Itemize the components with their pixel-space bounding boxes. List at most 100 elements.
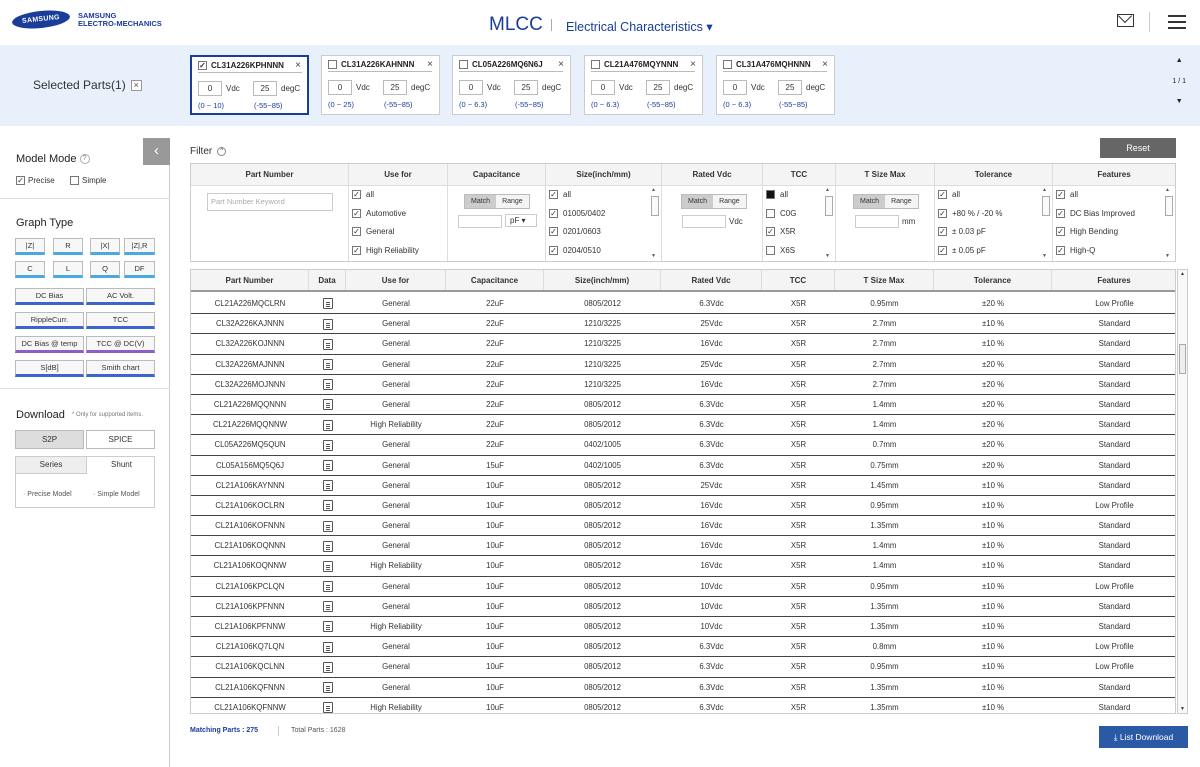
checkbox-icon[interactable]: ✓ <box>549 190 558 199</box>
close-icon[interactable]: × <box>690 59 696 70</box>
checkbox-icon[interactable]: ✓ <box>352 208 361 218</box>
datasheet-icon[interactable] <box>322 399 333 411</box>
s2p-button[interactable]: S2P <box>15 430 84 449</box>
table-row[interactable]: CL21A106KQFNNW High Reliability 10uF 0805/2… <box>191 698 1175 713</box>
voltage-input[interactable]: 0 <box>459 80 483 95</box>
selected-part-card[interactable]: ✓ CL31A226KPHNNN × 0 Vdc 25 degC (0 ~ 10) (-55~8… <box>190 55 309 115</box>
features-scrollbar[interactable] <box>1165 187 1173 259</box>
datasheet-icon[interactable] <box>322 621 333 633</box>
tab-series[interactable]: Series <box>16 457 86 474</box>
tolerance-scrollbar[interactable] <box>1042 187 1050 259</box>
checkbox-icon[interactable]: ✓ <box>352 227 361 236</box>
table-row[interactable]: CL21A106KQFNNN General 10uF 0805/2012 6.3Vdc… <box>191 678 1175 698</box>
datasheet-icon[interactable] <box>322 560 333 572</box>
checkbox-icon[interactable]: ✓ <box>549 245 558 255</box>
list-download-button[interactable]: ⤓ List Download <box>1099 726 1188 748</box>
checkbox-icon[interactable]: ✓ <box>549 208 558 218</box>
menu-icon[interactable] <box>1168 15 1186 29</box>
table-row[interactable]: CL32A226KAJNNN General 22uF 1210/3225 25Vdc X… <box>191 314 1175 335</box>
table-row[interactable]: CL21A106KPFNNW High Reliability 10uF 0805/2… <box>191 617 1175 638</box>
column-header[interactable]: Features <box>1052 270 1175 290</box>
filter-option[interactable]: ✓ High Reliability <box>352 245 419 255</box>
capacitance-mode-toggle[interactable]: Match Range <box>464 194 530 209</box>
table-row[interactable]: CL21A106KOQNNN General 10uF 0805/2012 16Vdc X… <box>191 536 1175 557</box>
clear-selected-button[interactable]: × <box>130 79 142 91</box>
filter-option[interactable]: ✓ X5R <box>766 227 796 236</box>
graph-button[interactable]: Q <box>90 261 120 278</box>
table-row[interactable]: CL21A106KQ7LQN General 10uF 0805/2012 6.3Vdc… <box>191 637 1175 658</box>
graph-button[interactable]: |X| <box>90 238 120 255</box>
close-icon[interactable]: × <box>427 59 433 70</box>
capacitance-unit-select[interactable]: pF ▾ <box>505 214 537 227</box>
table-row[interactable]: CL21A106KOCLRN General 10uF 0805/2012 16Vdc X… <box>191 496 1175 517</box>
help-icon[interactable]: ? <box>79 154 90 165</box>
graph-button[interactable]: TCC <box>86 312 155 329</box>
table-row[interactable]: CL21A106KPCLQN General 10uF 0805/2012 10Vdc X… <box>191 577 1175 597</box>
precise-option[interactable]: ✓ Precise <box>16 176 55 185</box>
datasheet-icon[interactable] <box>322 338 333 350</box>
graph-button[interactable]: DC Bias @ temp <box>15 336 84 353</box>
table-row[interactable]: CL21A106KQCLNN General 10uF 0805/2012 6.3Vdc… <box>191 657 1175 678</box>
table-row[interactable]: CL32A226KOJNNN General 22uF 1210/3225 16Vdc X… <box>191 334 1175 355</box>
filter-option[interactable]: ✓ High Bending <box>1056 227 1118 236</box>
checkbox-icon[interactable]: ✓ <box>1056 208 1065 218</box>
datasheet-icon[interactable] <box>322 379 333 391</box>
column-header[interactable]: Data <box>309 270 346 290</box>
graph-button[interactable]: DC Bias <box>15 288 84 305</box>
table-row[interactable]: CL21A226MQCLRN General 22uF 0805/2012 6.3Vdc… <box>191 294 1175 315</box>
column-header[interactable]: Capacitance <box>446 270 544 290</box>
filter-option[interactable]: ✓ 0204/0510 <box>549 245 601 255</box>
mail-icon[interactable] <box>1117 14 1134 27</box>
selected-part-card[interactable]: CL31A476MQHNNN × 0 Vdc 25 degC (0 ~ 6.3) (-55~8… <box>716 55 835 115</box>
filter-option[interactable]: ✓ ± 0.05 pF <box>938 245 986 255</box>
checkbox-icon[interactable]: ✓ <box>938 245 947 255</box>
filter-option[interactable]: ✓ all <box>352 190 374 199</box>
checkbox-icon[interactable]: ✓ <box>352 190 361 199</box>
checkbox-icon[interactable]: ✓ <box>16 176 25 185</box>
collapse-sidebar-icon[interactable]: ‹ <box>143 138 170 165</box>
graph-button[interactable]: AC Volt. <box>86 288 155 305</box>
checkbox-icon[interactable] <box>766 245 775 255</box>
graph-button[interactable]: S[dB] <box>15 360 84 377</box>
checkbox-icon[interactable] <box>328 60 337 69</box>
filter-option[interactable]: ✓ all <box>938 190 960 199</box>
table-row[interactable]: CL21A106KOQNNW High Reliability 10uF 0805/2… <box>191 556 1175 577</box>
filter-option[interactable]: ✓ DC Bias Improved <box>1056 208 1135 218</box>
filter-option[interactable]: ✓ 0201/0603 <box>549 227 601 236</box>
graph-button[interactable]: C <box>15 261 45 278</box>
samsung-logo[interactable]: SAMSUNG SAMSUNG ELECTRO-MECHANICS <box>11 8 162 31</box>
checkbox-icon[interactable] <box>766 190 775 199</box>
datasheet-icon[interactable] <box>322 500 333 512</box>
graph-button[interactable]: L <box>53 261 83 278</box>
filter-option[interactable]: ✓ High-Q <box>1056 245 1095 255</box>
checkbox-icon[interactable]: ✓ <box>549 227 558 236</box>
selected-part-card[interactable]: CL05A226MQ6N6J × 0 Vdc 25 degC (0 ~ 6.3) (-55~8… <box>452 55 571 115</box>
datasheet-icon[interactable] <box>322 480 333 492</box>
datasheet-icon[interactable] <box>322 661 333 673</box>
pager-up-icon[interactable]: ▲ <box>1172 55 1186 66</box>
column-header[interactable]: T Size Max <box>835 270 934 290</box>
filter-option[interactable]: ✓ all <box>549 190 571 199</box>
close-icon[interactable]: × <box>558 59 564 70</box>
simple-model-link[interactable]: · Simple Model <box>93 491 140 498</box>
column-header[interactable]: Rated Vdc <box>661 270 762 290</box>
datasheet-icon[interactable] <box>322 641 333 653</box>
graph-button[interactable]: RippleCurr. <box>15 312 84 329</box>
table-row[interactable]: CL32A226MOJNNN General 22uF 1210/3225 16Vdc X… <box>191 375 1175 395</box>
table-scrollbar[interactable]: ▲ ▼ <box>1177 269 1188 714</box>
temperature-input[interactable]: 25 <box>778 80 802 95</box>
datasheet-icon[interactable] <box>322 520 333 532</box>
table-row[interactable]: CL21A106KOFNNN General 10uF 0805/2012 16Vdc X… <box>191 516 1175 537</box>
graph-button[interactable]: DF <box>124 261 155 278</box>
tsize-input[interactable] <box>855 215 899 228</box>
filter-option[interactable]: ✓ General <box>352 227 394 236</box>
checkbox-icon[interactable]: ✓ <box>938 208 947 218</box>
datasheet-icon[interactable] <box>322 318 333 330</box>
checkbox-icon[interactable] <box>591 60 600 69</box>
checkbox-icon[interactable]: ✓ <box>766 227 775 236</box>
section-dropdown[interactable]: Electrical Characteristics ▾ <box>566 19 713 34</box>
filter-option[interactable]: ✓ all <box>1056 190 1078 199</box>
datasheet-icon[interactable] <box>322 459 333 471</box>
datasheet-icon[interactable] <box>322 540 333 552</box>
temperature-input[interactable]: 25 <box>383 80 407 95</box>
